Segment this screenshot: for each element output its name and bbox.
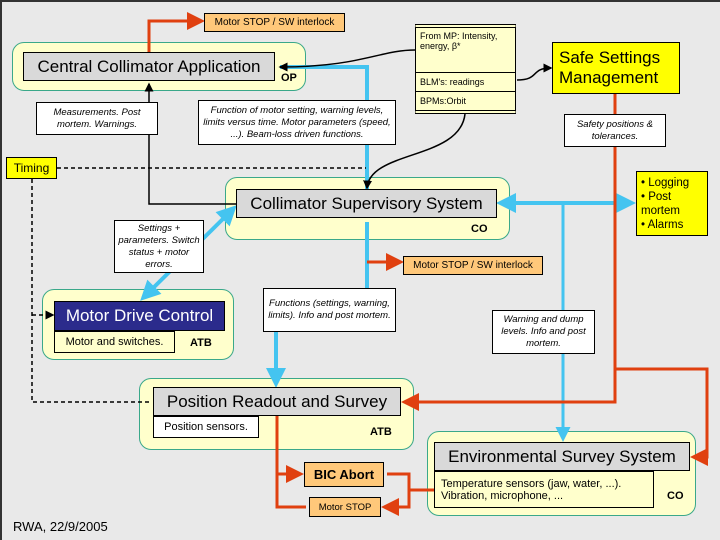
mdc-sub: Motor and switches. <box>54 331 175 353</box>
note-functions: Functions (settings, warning, limits). I… <box>263 288 396 332</box>
mp-box: From MP: Intensity, energy, β* BLM's: re… <box>415 24 516 114</box>
note-warning: Warning and dump levels. Info and post m… <box>492 310 595 354</box>
black-link-blm-safe <box>516 63 553 81</box>
mp-from: From MP: Intensity, energy, β* <box>416 28 515 73</box>
red-link-env-bic <box>384 472 434 507</box>
safe-settings[interactable]: Safe Settings Management <box>552 42 680 94</box>
motor-stop-mid: Motor STOP / SW interlock <box>403 256 543 275</box>
red-link-prs-bic <box>275 416 306 509</box>
note-settings: Settings + parameters. Switch status + m… <box>114 220 204 273</box>
note-safety: Safety positions & tolerances. <box>564 114 666 147</box>
central-app-title[interactable]: Central Collimator Application <box>23 52 275 81</box>
prs-title[interactable]: Position Readout and Survey <box>153 387 401 416</box>
logging-item: • Post mortem <box>641 190 680 217</box>
logging-item: • Logging <box>641 176 690 189</box>
env-tag: CO <box>667 490 684 502</box>
motor-stop-bottom: Motor STOP <box>309 497 381 517</box>
logging-box: • Logging • Post mortem • Alarms <box>636 171 708 236</box>
note-function: Function of motor setting, warning level… <box>198 100 396 145</box>
bic-abort: BIC Abort <box>304 462 384 487</box>
env-sub: Temperature sensors (jaw, water, ...). V… <box>434 471 654 508</box>
prs-tag: ATB <box>370 426 392 438</box>
prs-sub: Position sensors. <box>153 416 259 438</box>
footer-credit: RWA, 22/9/2005 <box>13 519 108 534</box>
env-title[interactable]: Environmental Survey System <box>434 442 690 471</box>
black-link-mp-central <box>278 49 416 72</box>
note-measurements: Measurements. Post mortem. Warnings. <box>36 102 158 135</box>
red-link-central-stop <box>147 12 205 52</box>
mdc-tag: ATB <box>190 337 212 349</box>
mp-bpm: BPMs:Orbit <box>420 96 467 106</box>
motor-stop-top: Motor STOP / SW interlock <box>204 13 345 32</box>
timing[interactable]: Timing <box>6 157 57 179</box>
supervisory-title[interactable]: Collimator Supervisory System <box>236 189 497 218</box>
central-app-tag: OP <box>281 72 297 84</box>
supervisory-tag: CO <box>471 223 488 235</box>
mp-blm: BLM's: readings <box>416 73 515 92</box>
logging-item: • Alarms <box>641 218 684 231</box>
mdc-title[interactable]: Motor Drive Control <box>54 301 225 331</box>
